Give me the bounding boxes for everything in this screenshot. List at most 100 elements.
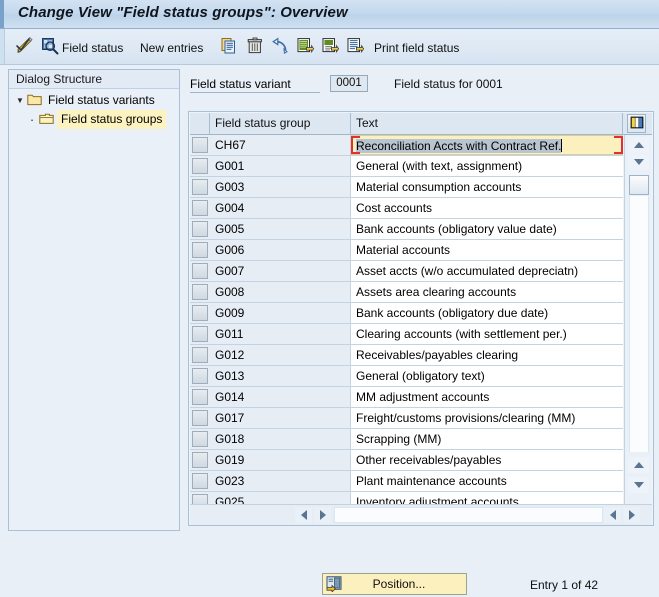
scroll-left-button[interactable] xyxy=(295,507,312,523)
row-select-button[interactable] xyxy=(192,179,208,195)
cell-text[interactable]: Inventory adjustment accounts xyxy=(351,492,623,504)
cell-text[interactable]: MM adjustment accounts xyxy=(351,387,623,407)
new-entries-button[interactable]: New entries xyxy=(137,34,206,61)
table-row[interactable]: G012 Receivables/payables clearing xyxy=(190,345,623,366)
row-select-button[interactable] xyxy=(192,284,208,300)
cell-text[interactable]: Other receivables/payables xyxy=(351,450,623,470)
page-down-button[interactable] xyxy=(628,477,649,493)
cell-text[interactable]: Clearing accounts (with settlement per.) xyxy=(351,324,623,344)
field-status-variant-input[interactable] xyxy=(330,75,368,92)
table-row[interactable]: G017 Freight/customs provisions/clearing … xyxy=(190,408,623,429)
cell-field-status-group[interactable]: G013 xyxy=(210,366,351,386)
cell-field-status-group[interactable]: G005 xyxy=(210,219,351,239)
cell-text[interactable]: Material accounts xyxy=(351,240,623,260)
horizontal-scrollbar-track[interactable] xyxy=(334,507,603,523)
sidebar-item-field-status-variants[interactable]: ▼ Field status variants xyxy=(13,91,158,110)
table-header-select-all-cell[interactable] xyxy=(190,113,210,134)
table-row[interactable]: G014 MM adjustment accounts xyxy=(190,387,623,408)
cell-field-status-group[interactable]: G008 xyxy=(210,282,351,302)
table-row[interactable]: CH67 Reconciliation Accts with Contract R… xyxy=(190,135,623,156)
cell-text[interactable]: Receivables/payables clearing xyxy=(351,345,623,365)
table-row[interactable]: G001 General (with text, assignment) xyxy=(190,156,623,177)
scroll-up-button[interactable] xyxy=(628,137,649,153)
cell-field-status-group[interactable]: G018 xyxy=(210,429,351,449)
table-row[interactable]: G004 Cost accounts xyxy=(190,198,623,219)
table-row[interactable]: G003 Material consumption accounts xyxy=(190,177,623,198)
position-button[interactable]: Position... xyxy=(322,573,467,595)
cell-field-status-group[interactable]: G019 xyxy=(210,450,351,470)
cell-text[interactable]: General (obligatory text) xyxy=(351,366,623,386)
table-row[interactable]: G005 Bank accounts (obligatory value date… xyxy=(190,219,623,240)
cell-field-status-group[interactable]: G006 xyxy=(210,240,351,260)
cell-field-status-group[interactable]: G011 xyxy=(210,324,351,344)
column-config-button[interactable] xyxy=(627,114,646,133)
cell-field-status-group[interactable]: G003 xyxy=(210,177,351,197)
row-select-button[interactable] xyxy=(192,347,208,363)
cell-text[interactable]: Cost accounts xyxy=(351,198,623,218)
page-left-button[interactable] xyxy=(604,507,621,523)
vertical-scrollbar-thumb[interactable] xyxy=(629,175,649,195)
chevron-down-icon[interactable]: ▼ xyxy=(13,91,27,110)
table-row[interactable]: G009 Bank accounts (obligatory due date) xyxy=(190,303,623,324)
print-field-status-button[interactable]: Print field status xyxy=(371,34,462,61)
cell-field-status-group[interactable]: G001 xyxy=(210,156,351,176)
row-select-button[interactable] xyxy=(192,494,208,504)
row-select-button[interactable] xyxy=(192,137,208,153)
select-all-button[interactable] xyxy=(293,34,317,61)
undo-button[interactable] xyxy=(268,34,292,61)
cell-field-status-group[interactable]: G012 xyxy=(210,345,351,365)
deselect-all-button[interactable] xyxy=(343,34,367,61)
cell-field-status-group[interactable]: G007 xyxy=(210,261,351,281)
table-header-field-status-group[interactable]: Field status group xyxy=(210,113,351,134)
table-row[interactable]: G025 Inventory adjustment accounts xyxy=(190,492,623,504)
cell-text[interactable]: Material consumption accounts xyxy=(351,177,623,197)
row-select-button[interactable] xyxy=(192,389,208,405)
scroll-right-button[interactable] xyxy=(314,507,331,523)
scroll-down-button[interactable] xyxy=(628,154,649,170)
table-row[interactable]: G019 Other receivables/payables xyxy=(190,450,623,471)
table-vertical-scrollbar[interactable] xyxy=(624,135,651,504)
row-select-button[interactable] xyxy=(192,263,208,279)
table-horizontal-scrollbar[interactable] xyxy=(190,504,652,525)
table-row[interactable]: G006 Material accounts xyxy=(190,240,623,261)
row-select-button[interactable] xyxy=(192,305,208,321)
cell-text[interactable]: Bank accounts (obligatory value date) xyxy=(351,219,623,239)
cell-field-status-group[interactable]: G004 xyxy=(210,198,351,218)
cell-field-status-group[interactable]: G009 xyxy=(210,303,351,323)
row-select-button[interactable] xyxy=(192,326,208,342)
delete-button[interactable] xyxy=(243,34,267,61)
table-row[interactable]: G023 Plant maintenance accounts xyxy=(190,471,623,492)
cell-field-status-group[interactable]: CH67 xyxy=(210,135,351,155)
row-select-button[interactable] xyxy=(192,431,208,447)
row-select-button[interactable] xyxy=(192,452,208,468)
cell-field-status-group[interactable]: G014 xyxy=(210,387,351,407)
cell-text[interactable]: General (with text, assignment) xyxy=(351,156,623,176)
page-up-button[interactable] xyxy=(628,457,649,473)
table-row[interactable]: G008 Assets area clearing accounts xyxy=(190,282,623,303)
cell-text[interactable]: Assets area clearing accounts xyxy=(351,282,623,302)
vertical-scrollbar-track[interactable] xyxy=(629,196,649,452)
table-row[interactable]: G013 General (obligatory text) xyxy=(190,366,623,387)
field-status-button[interactable]: Field status xyxy=(38,34,126,61)
display-change-button[interactable] xyxy=(12,34,38,61)
copy-as-button[interactable] xyxy=(217,34,241,61)
row-select-button[interactable] xyxy=(192,158,208,174)
row-select-button[interactable] xyxy=(192,410,208,426)
cell-field-status-group[interactable]: G025 xyxy=(210,492,351,504)
table-row[interactable]: G007 Asset accts (w/o accumulated depreci… xyxy=(190,261,623,282)
row-select-button[interactable] xyxy=(192,200,208,216)
cell-field-status-group[interactable]: G017 xyxy=(210,408,351,428)
sidebar-item-field-status-groups[interactable]: · Field status groups xyxy=(13,110,167,129)
row-select-button[interactable] xyxy=(192,473,208,489)
cell-text[interactable]: Asset accts (w/o accumulated depreciatn) xyxy=(351,261,623,281)
row-select-button[interactable] xyxy=(192,242,208,258)
cell-text-editing[interactable]: Reconciliation Accts with Contract Ref. xyxy=(351,135,623,155)
row-select-button[interactable] xyxy=(192,221,208,237)
cell-text[interactable]: Freight/customs provisions/clearing (MM) xyxy=(351,408,623,428)
cell-field-status-group[interactable]: G023 xyxy=(210,471,351,491)
cell-text[interactable]: Plant maintenance accounts xyxy=(351,471,623,491)
table-row[interactable]: G018 Scrapping (MM) xyxy=(190,429,623,450)
page-right-button[interactable] xyxy=(623,507,640,523)
table-header-text[interactable]: Text xyxy=(351,113,623,134)
select-block-button[interactable] xyxy=(318,34,342,61)
